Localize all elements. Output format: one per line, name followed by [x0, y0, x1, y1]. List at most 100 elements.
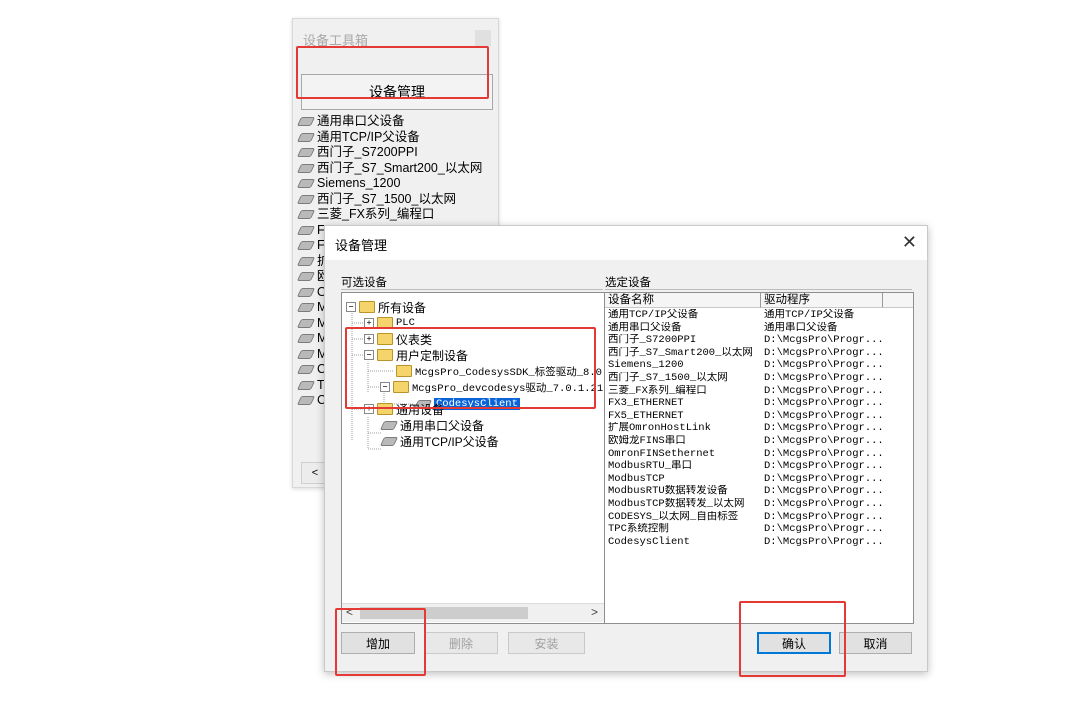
confirm-button[interactable]: 确认 — [757, 632, 831, 654]
toolbox-device-item[interactable]: 通用TCP/IP父设备 — [296, 130, 498, 146]
tree-node-devcodesys-driver[interactable]: − McgsPro_devcodesys驱动_7.0.1.21 — [380, 379, 603, 395]
device-icon — [296, 179, 316, 189]
cell-driver: D:\McgsPro\Progr... — [764, 434, 884, 447]
tree-node-plc[interactable]: + PLC — [364, 315, 415, 331]
column-header-empty — [883, 293, 913, 308]
toolbox-device-item[interactable]: 西门子_S7_1500_以太网 — [296, 191, 498, 208]
table-row[interactable]: 欧姆龙FINS串口 D:\McgsPro\Progr... — [608, 435, 904, 448]
tree-node-label: McgsPro_CodesysSDK_标签驱动_8.0 — [415, 366, 602, 379]
device-icon — [296, 241, 316, 251]
cell-driver: D:\McgsPro\Progr... — [764, 485, 884, 498]
tree-node-label: 所有设备 — [378, 300, 427, 315]
add-button[interactable]: 增加 — [341, 632, 415, 654]
device-icon — [296, 318, 316, 328]
toolbox-device-item[interactable]: Siemens_1200 — [296, 176, 498, 192]
collapse-icon[interactable]: − — [364, 350, 374, 360]
device-icon — [296, 163, 316, 173]
cell-driver: D:\McgsPro\Progr... — [764, 334, 884, 347]
table-row[interactable]: FX5_ETHERNET D:\McgsPro\Progr... — [608, 410, 904, 423]
device-icon — [296, 334, 316, 344]
device-icon — [296, 349, 316, 359]
cancel-button[interactable]: 取消 — [839, 632, 912, 654]
toolbox-device-item[interactable]: 三菱_FX系列_编程口 — [296, 207, 498, 223]
toolbox-close-button[interactable] — [475, 30, 491, 46]
table-row[interactable]: ModbusTCP D:\McgsPro\Progr... — [608, 473, 904, 486]
folder-icon — [377, 333, 393, 345]
toolbox-device-label: Siemens_1200 — [317, 176, 401, 190]
collapse-icon[interactable]: − — [346, 302, 356, 312]
device-icon — [296, 303, 316, 313]
table-row[interactable]: TPC系统控制 D:\McgsPro\Progr... — [608, 523, 904, 536]
install-button[interactable]: 安装 — [508, 632, 585, 654]
toolbox-device-item[interactable]: 西门子_S7_Smart200_以太网 — [296, 160, 498, 177]
close-icon[interactable]: ✕ — [902, 233, 917, 251]
tree-node-user-custom[interactable]: − 用户定制设备 — [364, 347, 468, 363]
collapse-icon[interactable]: − — [380, 382, 390, 392]
cell-driver: D:\McgsPro\Progr... — [764, 422, 884, 435]
cell-device-name: FX3_ETHERNET — [608, 397, 684, 410]
toolbox-device-label: 西门子_S7_1500_以太网 — [317, 191, 456, 206]
folder-icon — [377, 349, 393, 361]
toolbox-device-item[interactable]: 通用串口父设备 — [296, 114, 498, 130]
delete-button[interactable]: 删除 — [424, 632, 498, 654]
folder-icon — [377, 403, 393, 415]
tree-node-instrument[interactable]: + 仪表类 — [364, 331, 432, 347]
device-icon — [296, 272, 316, 282]
device-icon — [296, 225, 316, 235]
table-row[interactable]: CODESYS_以太网_自由标签 D:\McgsPro\Progr... — [608, 511, 904, 524]
scrollbar-thumb[interactable] — [360, 607, 528, 619]
table-row[interactable]: 三菱_FX系列_编程口 D:\McgsPro\Progr... — [608, 385, 904, 398]
table-row[interactable]: ModbusTCP数据转发_以太网 D:\McgsPro\Progr... — [608, 498, 904, 511]
table-row[interactable]: Siemens_1200 D:\McgsPro\Progr... — [608, 359, 904, 372]
tree-node-label: CodesysClient — [434, 398, 520, 410]
cell-driver: D:\McgsPro\Progr... — [764, 497, 884, 510]
cell-driver: D:\McgsPro\Progr... — [764, 535, 884, 548]
available-divider — [341, 289, 603, 290]
table-row[interactable]: 西门子_S7_Smart200_以太网 D:\McgsPro\Progr... — [608, 347, 904, 360]
tree-node-label: PLC — [396, 317, 415, 329]
cell-driver: D:\McgsPro\Progr... — [764, 346, 884, 359]
selected-devices-table[interactable]: 设备名称 驱动程序 通用TCP/IP父设备 通用TCP/IP父设备 通用串口父设备通… — [604, 292, 914, 624]
expand-icon[interactable]: + — [364, 404, 374, 414]
scroll-right-icon[interactable]: > — [591, 605, 598, 619]
folder-icon — [359, 301, 375, 313]
table-row[interactable]: CodesysClient D:\McgsPro\Progr... — [608, 536, 904, 549]
cell-driver: D:\McgsPro\Progr... — [764, 510, 884, 523]
device-icon — [296, 148, 316, 158]
tree-node-label: 通用设备 — [396, 402, 445, 417]
device-icon — [296, 256, 316, 266]
table-row[interactable]: OmronFINSethernet D:\McgsPro\Progr... — [608, 448, 904, 461]
table-row[interactable]: FX3_ETHERNET D:\McgsPro\Progr... — [608, 397, 904, 410]
tree-horizontal-scrollbar[interactable]: < > — [342, 603, 604, 622]
column-header-driver[interactable]: 驱动程序 — [761, 293, 883, 308]
tree-node-tcp-parent[interactable]: 通用TCP/IP父设备 — [379, 433, 499, 449]
table-row[interactable]: 西门子_S7_1500_以太网 D:\McgsPro\Progr... — [608, 372, 904, 385]
tree-node-general[interactable]: + 通用设备 — [364, 401, 444, 417]
table-row[interactable]: 通用串口父设备 通用串口父设备 — [608, 322, 904, 335]
table-row[interactable]: 西门子_S7200PPI D:\McgsPro\Progr... — [608, 334, 904, 347]
column-header-device-name[interactable]: 设备名称 — [605, 293, 761, 308]
device-icon — [296, 194, 316, 204]
cell-device-name: ModbusTCP数据转发_以太网 — [608, 497, 745, 510]
scroll-left-icon[interactable]: < — [346, 605, 353, 619]
toolbox-device-item[interactable]: 西门子_S7200PPI — [296, 145, 498, 161]
table-row[interactable]: ModbusRTU数据转发设备 D:\McgsPro\Progr... — [608, 485, 904, 498]
tree-node-sdk-driver[interactable]: McgsPro_CodesysSDK_标签驱动_8.0 — [396, 363, 602, 379]
tree-node-label: 通用串口父设备 — [400, 418, 485, 433]
tree-node-serial-parent[interactable]: 通用串口父设备 — [379, 417, 485, 433]
cell-driver: D:\McgsPro\Progr... — [764, 371, 884, 384]
selected-divider — [605, 289, 912, 290]
toolbox-device-label: 西门子_S7_Smart200_以太网 — [317, 160, 483, 175]
tree-node-label: 用户定制设备 — [396, 348, 469, 363]
tree-node-all-devices[interactable]: − 所有设备 — [346, 299, 426, 315]
table-row[interactable]: 扩展OmronHostLink D:\McgsPro\Progr... — [608, 422, 904, 435]
available-devices-tree[interactable]: − 所有设备 + PLC + 仪表类 − 用户定制设备 McgsPro_Code… — [341, 292, 605, 624]
table-row[interactable]: ModbusRTU_串口 D:\McgsPro\Progr... — [608, 460, 904, 473]
device-manage-button[interactable]: 设备管理 — [301, 74, 493, 110]
toolbox-device-label: 西门子_S7200PPI — [317, 145, 418, 159]
table-row[interactable]: 通用TCP/IP父设备 通用TCP/IP父设备 — [608, 309, 904, 322]
selected-devices-rows: 通用TCP/IP父设备 通用TCP/IP父设备 通用串口父设备 通用串口父设备 西门子_… — [608, 309, 904, 548]
expand-icon[interactable]: + — [364, 334, 374, 344]
expand-icon[interactable]: + — [364, 318, 374, 328]
device-icon — [379, 420, 399, 430]
